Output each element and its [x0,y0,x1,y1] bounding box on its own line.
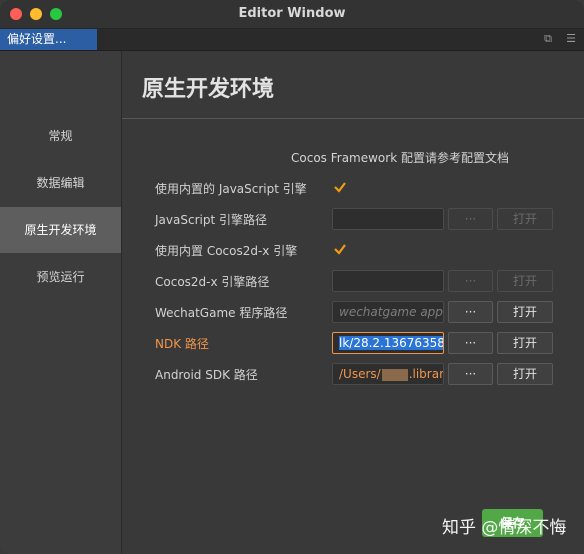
ndk-path-input[interactable]: lk/28.2.13676358 [332,332,444,354]
tab-bar: 偏好设置... ⧉ ☰ [0,29,584,51]
redacted-username [381,368,408,381]
label-wechatgame-path: WechatGame 程序路径 [155,306,288,320]
ndk-open-button[interactable]: 打开 [497,332,553,354]
doc-link[interactable]: Cocos Framework 配置请参考配置文档 [291,149,509,166]
checkbox-use-builtin-cocos2dx[interactable] [333,242,347,256]
sidebar-item-preview-run[interactable]: 预览运行 [0,254,121,300]
js-engine-path-input[interactable] [332,208,444,230]
menu-icon[interactable]: ☰ [565,33,577,45]
main-panel: 原生开发环境 Cocos Framework 配置请参考配置文档 使用内置的 J… [122,51,584,554]
title-bar: Editor Window [0,0,584,29]
label-use-builtin-cocos2dx: 使用内置 Cocos2d-x 引擎 [155,244,298,258]
label-js-engine-path: JavaScript 引擎路径 [155,213,267,227]
js-engine-open-button[interactable]: 打开 [497,208,553,230]
divider [122,118,584,119]
sidebar-item-general[interactable]: 常规 [0,113,121,159]
sidebar-item-native-env[interactable]: 原生开发环境 [0,207,121,253]
page-title: 原生开发环境 [142,77,275,102]
cocos2dx-open-button[interactable]: 打开 [497,270,553,292]
checkbox-use-builtin-js[interactable] [333,180,347,194]
sidebar-item-data-edit[interactable]: 数据编辑 [0,160,121,206]
label-ndk-path: NDK 路径 [155,337,209,351]
editor-window: Editor Window 偏好设置... ⧉ ☰ 常规 数据编辑 原生开发环境… [0,0,584,554]
label-use-builtin-js: 使用内置的 JavaScript 引擎 [155,182,307,196]
wechatgame-browse-button[interactable]: ··· [448,301,493,323]
label-cocos2dx-path: Cocos2d-x 引擎路径 [155,275,270,289]
android-sdk-open-button[interactable]: 打开 [497,363,553,385]
restore-icon[interactable]: ⧉ [542,33,554,45]
android-sdk-path-suffix: .library [408,367,444,381]
cocos2dx-path-input[interactable] [332,270,444,292]
cocos2dx-browse-button[interactable]: ··· [448,270,493,292]
wechatgame-path-input[interactable]: wechatgame app [332,301,444,323]
ndk-browse-button[interactable]: ··· [448,332,493,354]
tab-preferences[interactable]: 偏好设置... [0,29,97,50]
android-sdk-path-prefix: /Users/ [339,367,381,381]
sidebar: 常规 数据编辑 原生开发环境 预览运行 [0,51,122,554]
window-title: Editor Window [238,6,346,21]
js-engine-browse-button[interactable]: ··· [448,208,493,230]
wechatgame-open-button[interactable]: 打开 [497,301,553,323]
label-android-sdk-path: Android SDK 路径 [155,368,258,382]
ndk-path-selected-text: lk/28.2.13676358 [339,336,444,350]
android-sdk-browse-button[interactable]: ··· [448,363,493,385]
android-sdk-path-input[interactable]: /Users/ .library [332,363,444,385]
watermark: 知乎 @情深不悔 [442,518,567,538]
